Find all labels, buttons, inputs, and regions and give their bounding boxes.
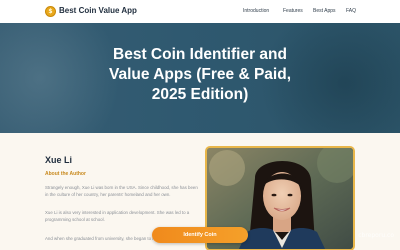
hero-title: Best Coin Identifier and Value Apps (Fre… <box>0 45 400 105</box>
author-bio-paragraph: Xue Li is also very interested in applic… <box>45 210 190 222</box>
identify-coin-button[interactable]: Identify Coin <box>152 227 248 243</box>
hero-title-line-3: 2025 Edition) <box>151 86 249 103</box>
nav-best-apps[interactable]: Best Apps <box>313 8 336 14</box>
nav-faq[interactable]: FAQ <box>346 8 356 14</box>
nav-introduction[interactable]: Introduction <box>243 8 269 14</box>
author-subtitle: About the Author <box>45 171 86 177</box>
hero-title-line-1: Best Coin Identifier and <box>113 46 287 63</box>
hero-title-line-2: Value Apps (Free & Paid, <box>108 66 292 83</box>
author-name: Xue Li <box>45 155 73 165</box>
nav-features[interactable]: Features <box>283 8 303 14</box>
watermark-text: cbreporu.co <box>358 232 394 239</box>
main-nav: Introduction Features Best Apps FAQ <box>0 8 400 16</box>
hero-banner: Best Coin Identifier and Value Apps (Fre… <box>0 23 400 133</box>
site-header: $ Best Coin Value App Introduction Featu… <box>0 0 400 23</box>
author-bio-paragraph: Strangely enough, Xue Li was born in the… <box>45 185 198 197</box>
